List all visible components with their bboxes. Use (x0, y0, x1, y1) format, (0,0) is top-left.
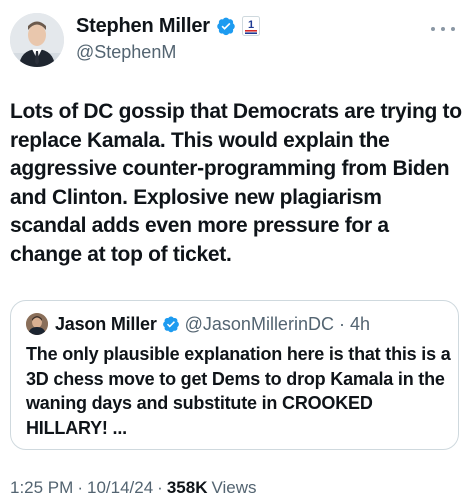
author-handle[interactable]: @StephenM (76, 42, 176, 63)
quoted-separator: · (338, 313, 345, 334)
tweet-text: Lots of DC gossip that Democrats are try… (10, 100, 462, 266)
views-count: 358K (166, 478, 208, 497)
tweet-meta-row: 1:25 PM · 10/14/24 · 358K Views (10, 478, 257, 498)
quoted-author-handle[interactable]: @JasonMillerinDC (185, 314, 334, 335)
author-name-row: Stephen Miller 1 (76, 14, 260, 38)
quoted-tweet-card[interactable]: Jason Miller @JasonMillerinDC · 4h The o… (10, 300, 459, 450)
svg-text:1: 1 (248, 19, 254, 31)
tweet-date[interactable]: 10/14/24 (87, 478, 153, 498)
us-flag-affiliation-badge-icon[interactable]: 1 (241, 16, 260, 36)
meta-separator: · (157, 478, 163, 497)
quoted-tweet-header: Jason Miller @JasonMillerinDC · 4h (26, 312, 370, 336)
quoted-author-avatar[interactable] (26, 313, 48, 335)
views-label: Views (211, 478, 257, 497)
tweet-time[interactable]: 1:25 PM (10, 478, 73, 498)
meta-separator: · (77, 478, 83, 497)
author-avatar[interactable] (10, 13, 64, 67)
author-display-name[interactable]: Stephen Miller (76, 15, 210, 38)
quoted-tweet-text: The only plausible explanation here is t… (26, 344, 451, 438)
quoted-author-name[interactable]: Jason Miller (55, 314, 157, 335)
verified-badge-icon[interactable] (216, 16, 236, 36)
tweet: Stephen Miller 1 @StephenM Lots of DC go… (0, 0, 467, 500)
quoted-timestamp[interactable]: 4h (350, 314, 370, 335)
more-options-icon[interactable] (431, 24, 455, 34)
quoted-verified-badge-icon[interactable] (162, 315, 180, 333)
